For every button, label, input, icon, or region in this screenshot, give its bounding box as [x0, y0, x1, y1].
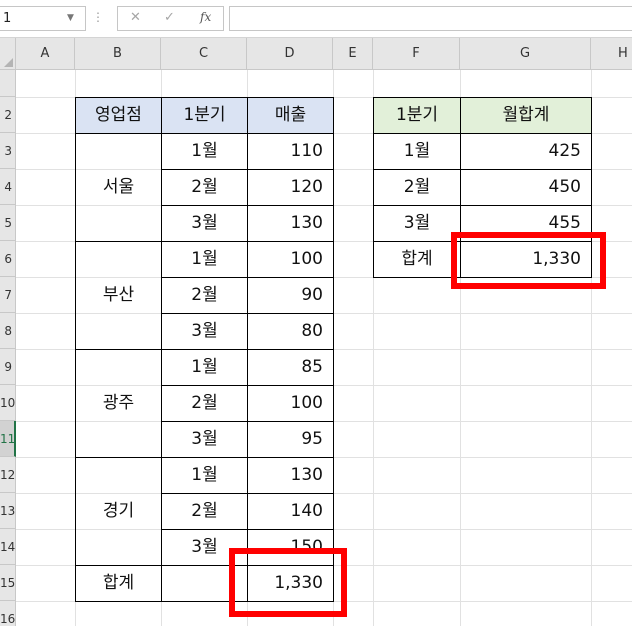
sales-cell[interactable]: 85	[248, 349, 333, 385]
sales-cell[interactable]: 110	[248, 133, 333, 169]
highlight-box-left-total	[229, 548, 347, 617]
month-cell[interactable]: 3월	[162, 421, 247, 457]
drag-handle-icon[interactable]: ⋮	[92, 10, 104, 24]
left-total-label[interactable]: 합계	[76, 565, 161, 601]
right-month-cell[interactable]: 3월	[374, 205, 460, 241]
right-value-cell[interactable]: 450	[461, 169, 591, 205]
sales-cell[interactable]: 130	[248, 457, 333, 493]
row-header-7[interactable]: 7	[0, 277, 16, 313]
enter-icon[interactable]: ✓	[164, 10, 175, 25]
row-header-4[interactable]: 4	[0, 169, 16, 205]
row-header-8[interactable]: 8	[0, 313, 16, 349]
column-header-a[interactable]: A	[16, 38, 75, 70]
header-sales[interactable]: 매출	[248, 97, 333, 133]
month-cell[interactable]: 2월	[162, 277, 247, 313]
row-header-13[interactable]: 13	[0, 493, 16, 529]
month-cell[interactable]: 1월	[162, 133, 247, 169]
insert-function-icon[interactable]: fx	[200, 10, 211, 24]
sales-cell[interactable]: 90	[248, 277, 333, 313]
row-header-10[interactable]: 10	[0, 385, 16, 421]
row-header-2[interactable]: 2	[0, 97, 16, 133]
row-header-9[interactable]: 9	[0, 349, 16, 385]
formula-input[interactable]	[229, 6, 632, 31]
right-value-cell[interactable]: 425	[461, 133, 591, 169]
row-header-5[interactable]: 5	[0, 205, 16, 241]
sales-cell[interactable]: 95	[248, 421, 333, 457]
highlight-box-right-total	[451, 232, 606, 289]
month-cell[interactable]: 3월	[162, 313, 247, 349]
month-cell[interactable]: 2월	[162, 169, 247, 205]
row-header-11[interactable]: 11	[0, 421, 16, 457]
month-cell[interactable]: 1월	[162, 349, 247, 385]
header-quarter[interactable]: 1분기	[162, 97, 247, 133]
sales-cell[interactable]: 120	[248, 169, 333, 205]
branch-cell-busan[interactable]: 부산	[76, 277, 161, 313]
row-header-14[interactable]: 14	[0, 529, 16, 565]
right-month-cell[interactable]: 2월	[374, 169, 460, 205]
sales-cell[interactable]: 140	[248, 493, 333, 529]
column-header-h[interactable]: H	[591, 38, 632, 70]
column-header-f[interactable]: F	[373, 38, 460, 70]
sales-cell[interactable]: 130	[248, 205, 333, 241]
month-cell[interactable]: 2월	[162, 493, 247, 529]
month-cell[interactable]: 2월	[162, 385, 247, 421]
sales-cell[interactable]: 100	[248, 241, 333, 277]
right-month-cell[interactable]: 1월	[374, 133, 460, 169]
header-right-quarter[interactable]: 1분기	[374, 97, 460, 133]
column-header-g[interactable]: G	[460, 38, 591, 70]
branch-cell-gyeonggi[interactable]: 경기	[76, 493, 161, 529]
column-header-c[interactable]: C	[161, 38, 247, 70]
formula-bar: 1 ▼ ⋮ ✕ ✓ fx	[0, 0, 632, 38]
row-header-16[interactable]: 16	[0, 601, 16, 626]
select-all-corner[interactable]	[0, 38, 16, 70]
month-cell[interactable]: 1월	[162, 457, 247, 493]
sales-cell[interactable]: 100	[248, 385, 333, 421]
cancel-icon[interactable]: ✕	[130, 10, 141, 25]
row-header-12[interactable]: 12	[0, 457, 16, 493]
header-monthly-sum[interactable]: 월합계	[461, 97, 591, 133]
month-cell[interactable]: 1월	[162, 241, 247, 277]
sales-cell[interactable]: 80	[248, 313, 333, 349]
worksheet-grid[interactable]: A B C D E F G H 2 3 4 5 6 7 8 9 10 11 12…	[0, 38, 632, 626]
column-header-b[interactable]: B	[75, 38, 161, 70]
month-cell[interactable]: 3월	[162, 205, 247, 241]
column-header-d[interactable]: D	[247, 38, 333, 70]
header-branch[interactable]: 영업점	[76, 97, 161, 133]
row-header-15[interactable]: 15	[0, 565, 16, 601]
branch-cell-gwangju[interactable]: 광주	[76, 385, 161, 421]
row-header-6[interactable]: 6	[0, 241, 16, 277]
name-box-value: 1	[3, 11, 12, 26]
column-header-e[interactable]: E	[333, 38, 373, 70]
chevron-down-icon[interactable]: ▼	[67, 13, 74, 23]
formula-buttons: ✕ ✓ fx	[117, 6, 224, 31]
right-total-label[interactable]: 합계	[374, 241, 460, 277]
branch-cell-seoul[interactable]: 서울	[76, 169, 161, 205]
name-box[interactable]: 1 ▼	[0, 6, 86, 31]
row-header-3[interactable]: 3	[0, 133, 16, 169]
